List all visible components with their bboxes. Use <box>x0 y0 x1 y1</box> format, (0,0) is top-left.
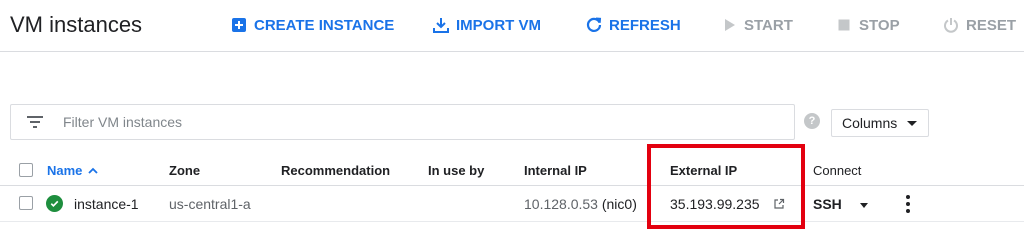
internal-ip-value: 10.128.0.53 <box>524 196 598 212</box>
import-vm-button[interactable]: IMPORT VM <box>432 15 541 35</box>
instance-name-link[interactable]: instance-1 <box>74 196 139 212</box>
create-instance-button[interactable]: CREATE INSTANCE <box>230 15 394 35</box>
reset-button[interactable]: RESET <box>942 15 1016 35</box>
import-icon <box>432 16 450 34</box>
column-header-connect: Connect <box>813 163 862 178</box>
check-circle-icon <box>46 195 63 212</box>
ssh-dropdown-icon[interactable] <box>860 203 868 208</box>
column-header-recommendation[interactable]: Recommendation <box>281 163 390 178</box>
instance-internal-ip: 10.128.0.53 (nic0) <box>524 196 637 212</box>
filter-icon <box>25 112 45 132</box>
column-header-in-use-by[interactable]: In use by <box>428 163 484 178</box>
column-header-name[interactable]: Name <box>47 163 99 178</box>
stop-icon <box>835 16 853 34</box>
refresh-button[interactable]: REFRESH <box>585 15 681 35</box>
refresh-icon <box>585 16 603 34</box>
toolbar: VM instances CREATE INSTANCE IMPORT VM R… <box>0 0 1024 52</box>
refresh-label: REFRESH <box>609 16 681 34</box>
play-icon <box>720 16 738 34</box>
start-button[interactable]: START <box>720 15 793 35</box>
instance-zone: us-central1-a <box>169 196 251 212</box>
more-vert-icon[interactable] <box>904 195 912 213</box>
reset-label: RESET <box>966 16 1017 34</box>
column-header-internal-ip[interactable]: Internal IP <box>524 163 587 178</box>
import-vm-label: IMPORT VM <box>456 16 541 34</box>
sort-ascending-icon <box>88 167 99 174</box>
page-title: VM instances <box>10 12 143 37</box>
table-row: instance-1 us-central1-a 10.128.0.53 (ni… <box>0 186 1024 222</box>
power-icon <box>942 16 960 34</box>
highlight-box <box>647 144 805 229</box>
select-all-checkbox[interactable] <box>19 163 33 177</box>
columns-button[interactable]: Columns <box>831 109 929 137</box>
table-header: Name Zone Recommendation In use by Inter… <box>0 154 1024 186</box>
internal-ip-nic: (nic0) <box>601 196 637 212</box>
create-instance-label: CREATE INSTANCE <box>254 16 395 34</box>
start-label: START <box>744 16 793 34</box>
stop-button[interactable]: STOP <box>835 15 900 35</box>
chevron-down-icon <box>907 120 918 126</box>
stop-label: STOP <box>859 16 900 34</box>
filter-input[interactable] <box>61 113 661 131</box>
filter-bar <box>10 104 795 140</box>
column-name-label: Name <box>47 163 83 178</box>
column-header-zone[interactable]: Zone <box>169 163 200 178</box>
help-icon[interactable]: ? <box>804 113 820 129</box>
row-checkbox[interactable] <box>19 196 33 210</box>
ssh-button[interactable]: SSH <box>813 196 842 212</box>
columns-label: Columns <box>842 115 898 131</box>
add-box-icon <box>230 16 248 34</box>
